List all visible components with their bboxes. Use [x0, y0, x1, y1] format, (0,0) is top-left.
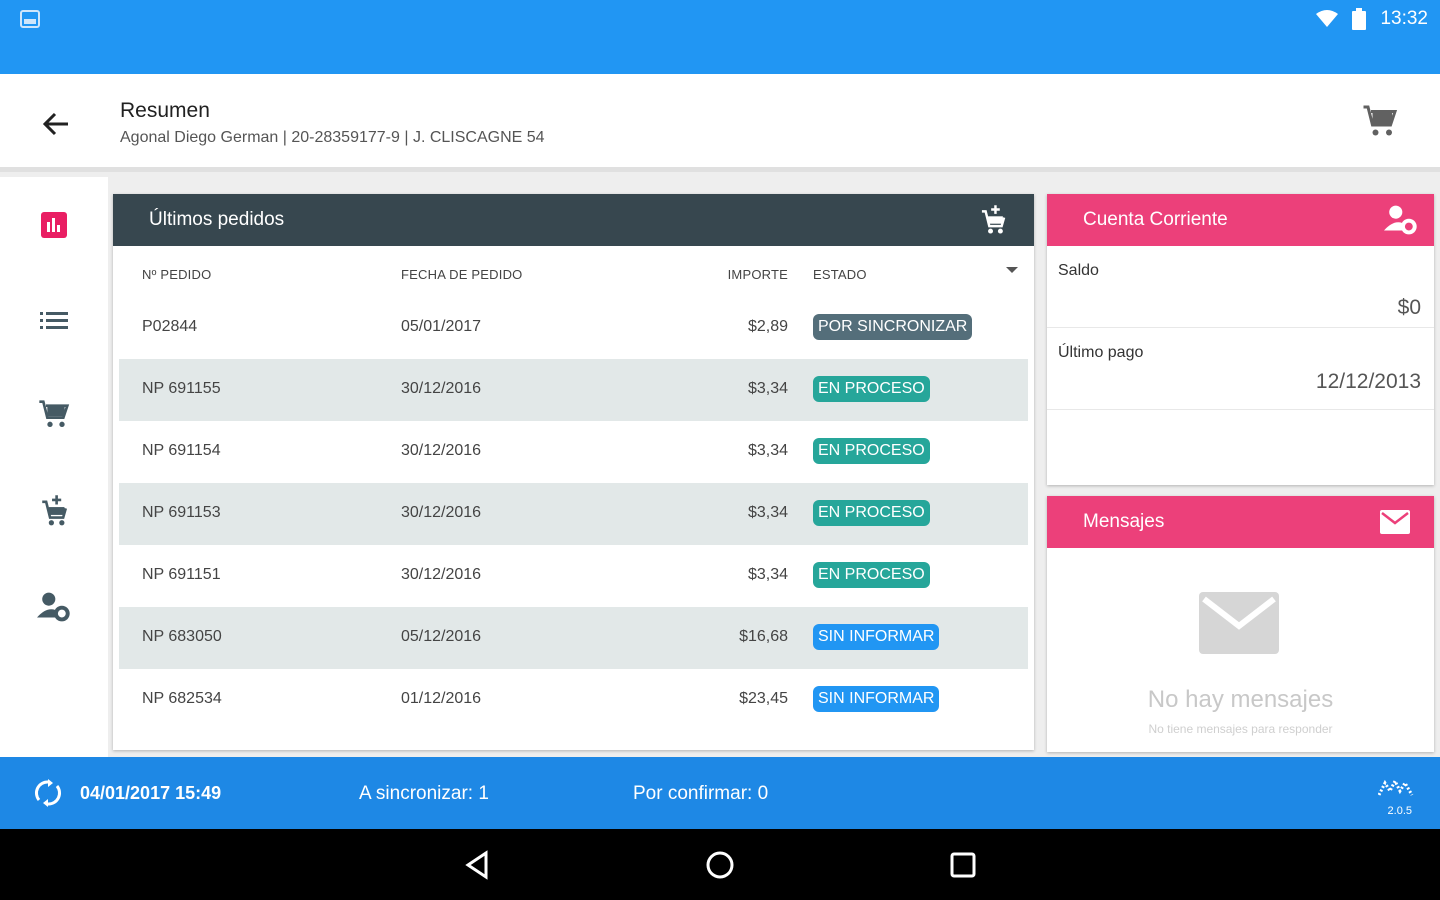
account-title: Cuenta Corriente	[1083, 209, 1228, 230]
status-bar: 13:32	[0, 0, 1440, 74]
table-row[interactable]: P02844 05/01/2017 $2,89 POR SINCRONIZAR	[119, 297, 1028, 359]
order-date: 30/12/2016	[401, 442, 482, 459]
order-amount: $3,34	[747, 566, 788, 583]
bar-chart-icon	[41, 212, 67, 238]
recent-orders-title: Últimos pedidos	[149, 209, 285, 230]
chevron-down-icon[interactable]	[1006, 267, 1018, 273]
order-date: 05/12/2016	[401, 628, 482, 645]
order-amount: $3,34	[747, 504, 788, 521]
order-date: 01/12/2016	[401, 690, 482, 707]
person-money-icon[interactable]	[1384, 204, 1418, 236]
recent-orders-card: Últimos pedidos Nº PEDIDO FECHA DE PEDID…	[113, 194, 1034, 750]
last-payment-value: 12/12/2013	[1315, 370, 1421, 393]
mail-icon[interactable]	[1380, 510, 1410, 534]
battery-icon	[1352, 8, 1367, 30]
table-row[interactable]: NP 691153 30/12/2016 $3,34 EN PROCESO	[119, 483, 1028, 545]
nav-item-list[interactable]	[34, 300, 74, 340]
side-navigation	[0, 177, 108, 757]
status-badge: EN PROCESO	[813, 562, 930, 588]
table-row[interactable]: NP 691151 30/12/2016 $3,34 EN PROCESO	[119, 545, 1028, 607]
last-sync-date: 04/01/2017 15:49	[80, 783, 222, 803]
clock: 13:32	[1380, 8, 1428, 29]
order-number: NP 691155	[142, 380, 221, 397]
status-badge: EN PROCESO	[813, 438, 930, 464]
to-confirm-count: Por confirmar: 0	[633, 783, 769, 804]
account-header: Cuenta Corriente	[1047, 194, 1434, 246]
arrow-left-icon	[42, 112, 68, 136]
orders-table: Nº PEDIDO FECHA DE PEDIDO IMPORTE ESTADO…	[119, 252, 1028, 731]
list-icon	[40, 312, 68, 329]
order-amount: $16,68	[739, 628, 788, 645]
last-payment-label: Último pago	[1058, 344, 1144, 361]
order-number: P02844	[142, 318, 198, 335]
table-header: Nº PEDIDO FECHA DE PEDIDO IMPORTE ESTADO	[119, 252, 1028, 297]
order-amount: $23,45	[739, 690, 788, 707]
system-navigation-bar	[0, 829, 1440, 900]
sync-icon[interactable]	[34, 779, 62, 807]
table-row[interactable]: NP 682534 01/12/2016 $23,45 SIN INFORMAR	[119, 669, 1028, 731]
balance-value: $0	[1397, 296, 1421, 319]
order-amount: $2,89	[747, 318, 788, 335]
cart-plus-icon[interactable]	[978, 204, 1008, 236]
sync-bar: 04/01/2017 15:49 A sincronizar: 1 Por co…	[0, 757, 1440, 829]
customer-info: Agonal Diego German | 20-28359177-9 | J.…	[120, 129, 545, 146]
app-version: 2.0.5	[1387, 805, 1412, 817]
recent-orders-header: Últimos pedidos	[113, 194, 1034, 246]
column-header-amount[interactable]: IMPORTE	[728, 267, 788, 282]
status-badge: SIN INFORMAR	[813, 686, 940, 712]
order-amount: $3,34	[747, 442, 788, 459]
status-badge: EN PROCESO	[813, 500, 930, 526]
cart-button[interactable]	[1362, 104, 1398, 140]
back-triangle-icon[interactable]	[462, 849, 494, 881]
page-title: Resumen	[120, 99, 210, 122]
column-header-number[interactable]: Nº PEDIDO	[142, 267, 211, 282]
order-number: NP 682534	[142, 690, 222, 707]
account-card: Cuenta Corriente Saldo $0 Último pago 12…	[1047, 194, 1434, 485]
no-messages-subtitle: No tiene mensajes para responder	[1148, 722, 1333, 736]
back-button[interactable]	[36, 104, 76, 144]
nav-item-cart-add[interactable]	[34, 491, 74, 531]
order-number: NP 691154	[142, 442, 221, 459]
person-money-icon	[37, 592, 70, 622]
status-badge: POR SINCRONIZAR	[813, 314, 973, 340]
home-circle-icon[interactable]	[704, 849, 736, 881]
messages-header: Mensajes	[1047, 496, 1434, 548]
column-header-state[interactable]: ESTADO	[813, 267, 867, 282]
mail-large-icon	[1199, 592, 1279, 654]
order-date: 30/12/2016	[401, 380, 482, 397]
order-date: 30/12/2016	[401, 504, 482, 521]
table-row[interactable]: NP 691155 30/12/2016 $3,34 EN PROCESO	[119, 359, 1028, 421]
status-badge: SIN INFORMAR	[813, 624, 940, 650]
order-date: 30/12/2016	[401, 566, 482, 583]
status-badge: EN PROCESO	[813, 376, 930, 402]
nav-item-stats[interactable]	[34, 205, 74, 245]
order-number: NP 691151	[142, 566, 221, 583]
nav-item-cart[interactable]	[34, 395, 74, 435]
app-logo-icon	[1378, 777, 1414, 796]
messages-card: Mensajes No hay mensajes No tiene mensaj…	[1047, 496, 1434, 752]
balance-label: Saldo	[1058, 262, 1099, 279]
balance-row: Saldo $0	[1047, 246, 1434, 328]
cart-icon	[39, 400, 70, 427]
to-sync-count: A sincronizar: 1	[359, 783, 489, 804]
last-payment-row: Último pago 12/12/2013	[1047, 328, 1434, 410]
table-row[interactable]: NP 683050 05/12/2016 $16,68 SIN INFORMAR	[119, 607, 1028, 669]
cart-plus-icon	[42, 495, 68, 526]
order-number: NP 691153	[142, 504, 221, 521]
wifi-icon	[1316, 10, 1339, 27]
image-icon	[20, 10, 40, 28]
column-header-date[interactable]: FECHA DE PEDIDO	[401, 267, 522, 282]
messages-title: Mensajes	[1083, 511, 1165, 532]
order-amount: $3,34	[747, 380, 788, 397]
order-number: NP 683050	[142, 628, 222, 645]
app-bar: Resumen Agonal Diego German | 20-2835917…	[0, 74, 1440, 172]
table-row[interactable]: NP 691154 30/12/2016 $3,34 EN PROCESO	[119, 421, 1028, 483]
recents-square-icon[interactable]	[947, 849, 979, 881]
no-messages-title: No hay mensajes	[1147, 686, 1334, 713]
nav-item-customer[interactable]	[34, 587, 74, 627]
order-date: 05/01/2017	[401, 318, 482, 335]
